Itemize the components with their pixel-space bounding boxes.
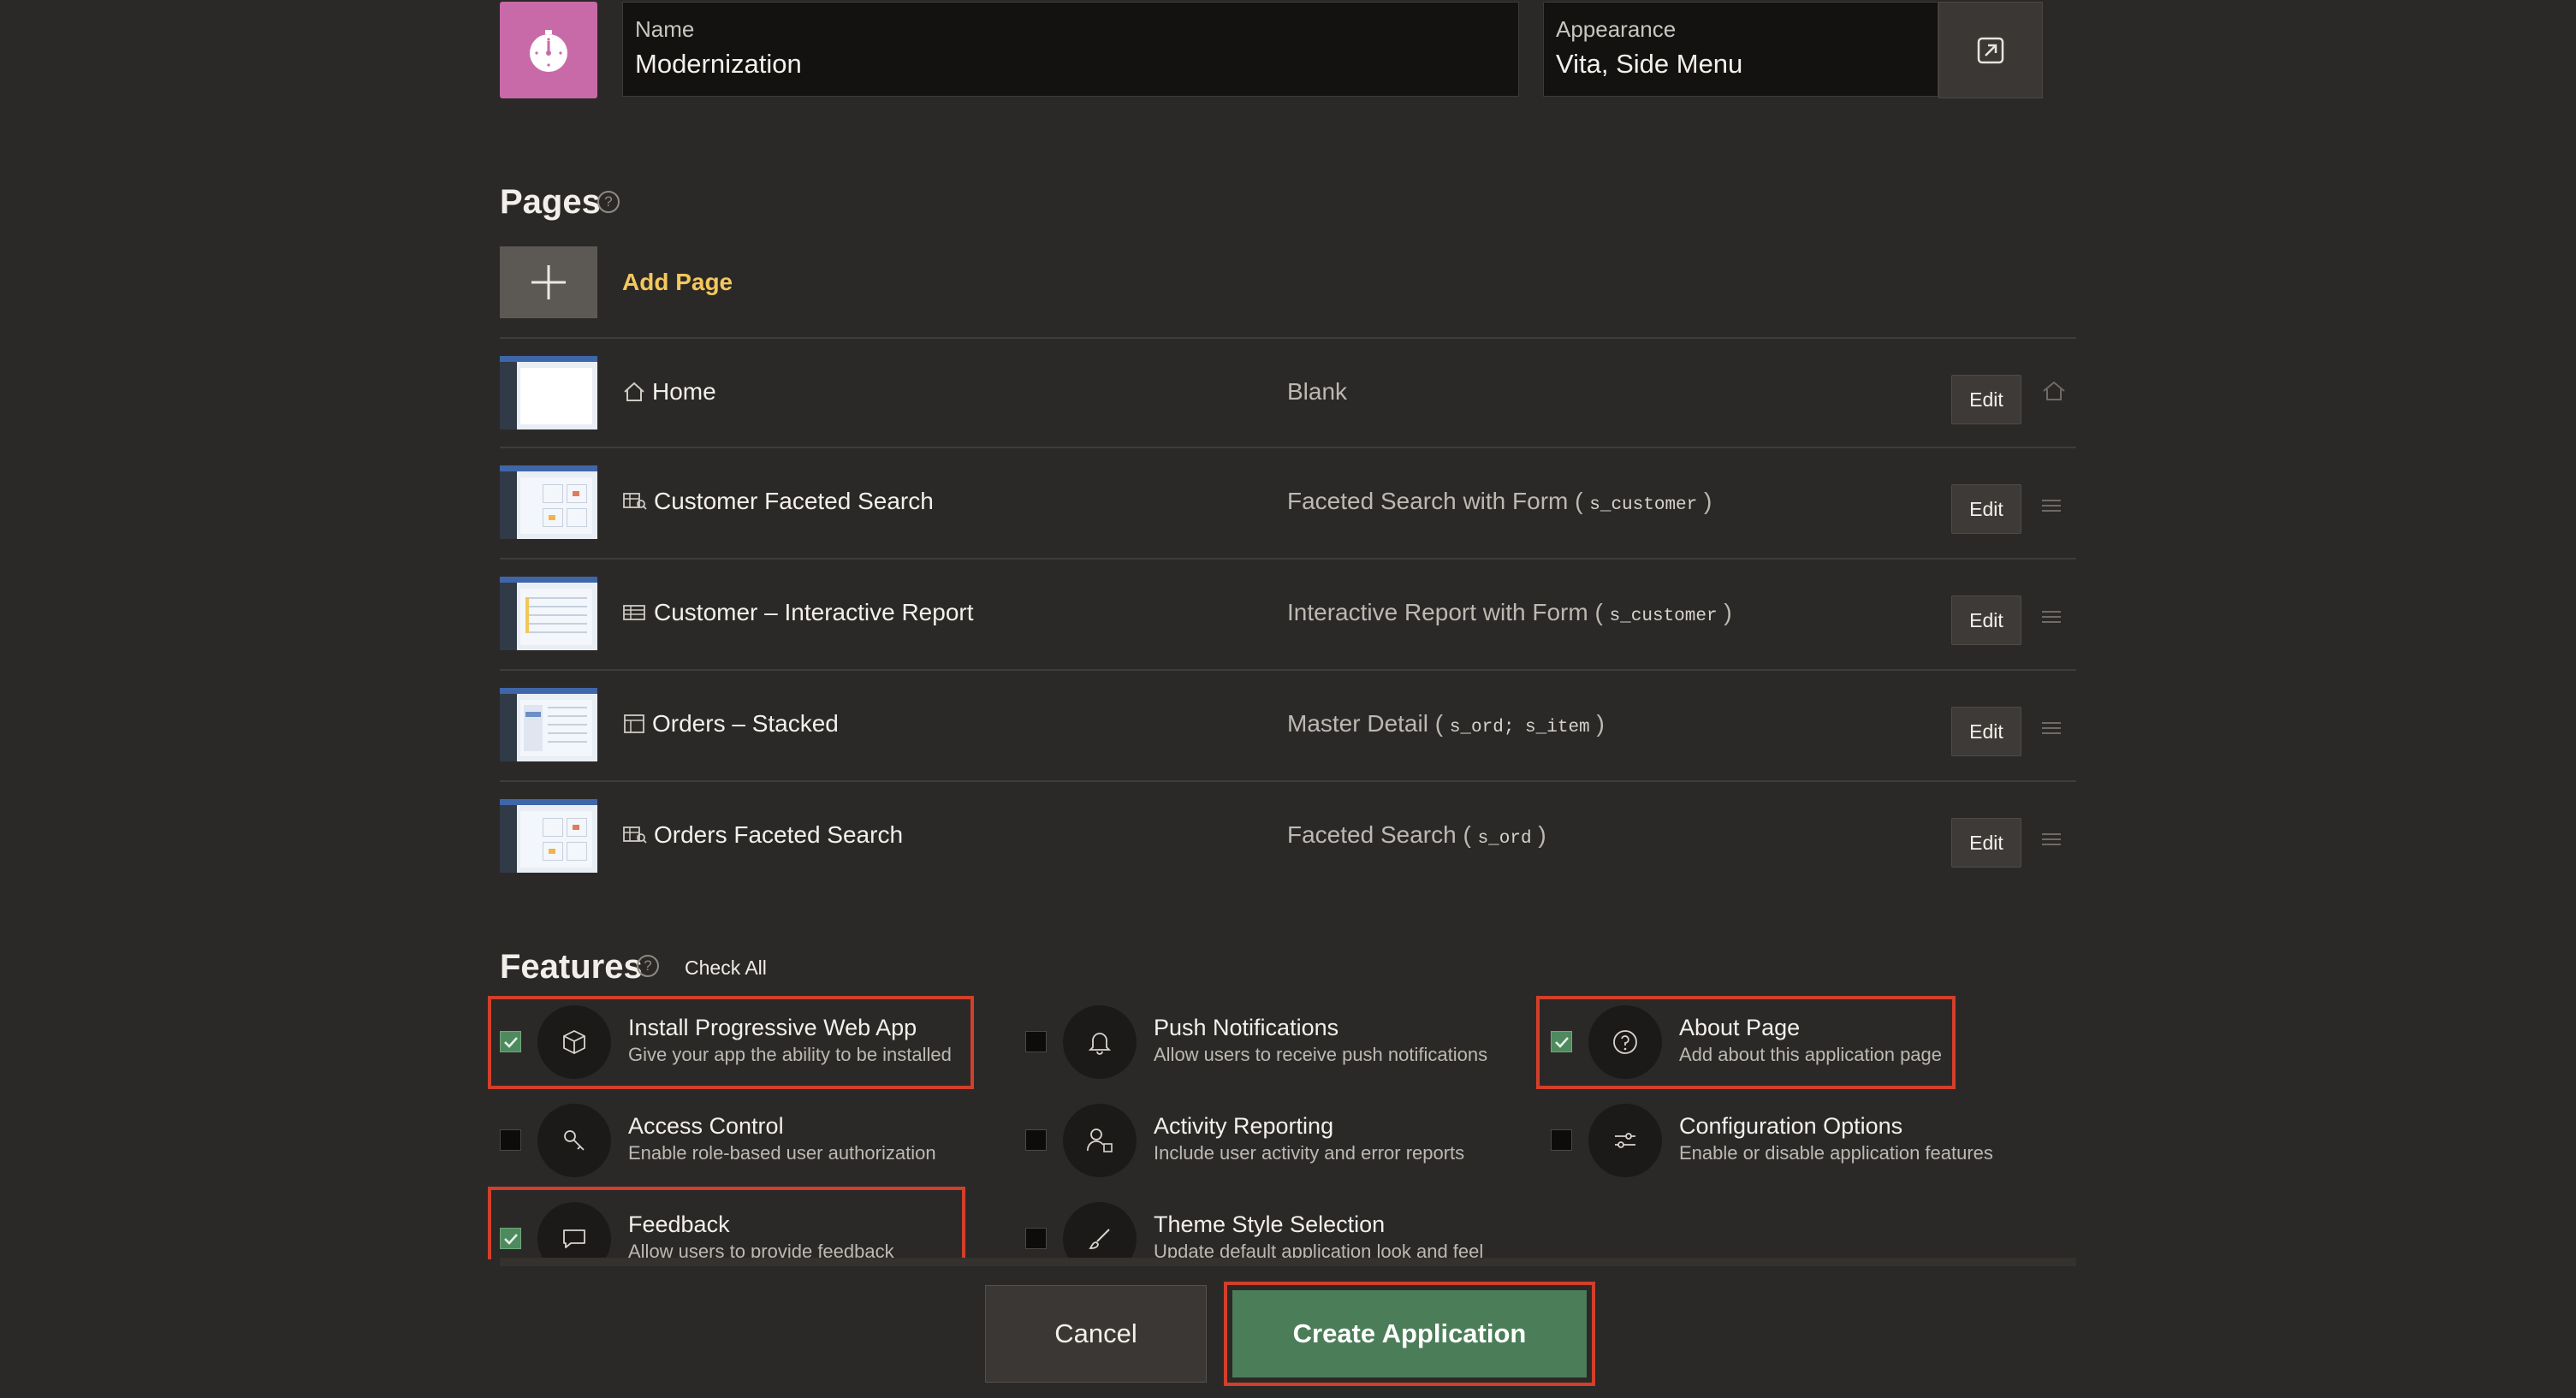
edit-button[interactable]: Edit <box>1951 375 2021 424</box>
faceted-search-icon <box>623 493 647 510</box>
highlight-box <box>1536 996 1956 1089</box>
page-row-title-container: Home <box>623 378 716 406</box>
edit-button[interactable]: Edit <box>1951 595 2021 645</box>
feature-checkbox[interactable] <box>500 1129 521 1151</box>
feature-checkbox[interactable] <box>1551 1129 1572 1151</box>
page-row-title-container: Orders – Stacked <box>623 710 839 738</box>
page-row-orders-faceted-search: Orders Faceted Search Faceted Search ( s… <box>500 782 2076 892</box>
table-code: s_customer <box>1589 495 1698 515</box>
drag-handle-icon[interactable] <box>2042 722 2061 738</box>
feature-description: Enable or disable application features <box>1679 1142 1993 1164</box>
page-title: Customer – Interactive Report <box>654 599 974 625</box>
sliders-icon <box>1615 1133 1635 1148</box>
feature-title: Access Control <box>628 1113 784 1139</box>
feature-access-control[interactable]: Access Control Enable role-based user au… <box>500 1096 979 1182</box>
page-title: Orders – Stacked <box>652 710 839 737</box>
pages-help-icon[interactable]: ? <box>597 191 620 213</box>
add-page-button[interactable] <box>500 246 597 318</box>
page-row-title-container: Customer Faceted Search <box>623 488 934 515</box>
feature-description: Enable role-based user authorization <box>628 1142 936 1164</box>
feature-icon-container <box>1588 1104 1662 1177</box>
page-type: Interactive Report with Form ( s_custome… <box>1287 599 1732 626</box>
table-code: s_ord; s_item <box>1449 718 1590 738</box>
feature-icon-container <box>537 1104 611 1177</box>
highlight-box <box>488 996 974 1089</box>
edit-button[interactable]: Edit <box>1951 818 2021 868</box>
feature-description: Include user activity and error reports <box>1154 1142 1465 1164</box>
user-activity-icon <box>1087 1128 1113 1152</box>
home-page-indicator-icon <box>2043 381 2065 400</box>
drag-handle-icon[interactable] <box>2042 500 2061 515</box>
page-type: Faceted Search with Form ( s_customer ) <box>1287 488 1712 515</box>
feature-configuration-options[interactable]: Configuration Options Enable or disable … <box>1551 1096 2030 1182</box>
appearance-change-button[interactable] <box>1938 2 2043 98</box>
page-thumbnail <box>500 799 597 873</box>
feature-icon-container <box>1063 1005 1137 1079</box>
edit-button[interactable]: Edit <box>1951 484 2021 534</box>
feature-checkbox[interactable] <box>1025 1031 1047 1052</box>
name-label: Name <box>635 16 695 42</box>
appearance-label: Appearance <box>1556 16 1677 42</box>
pages-heading: Pages <box>500 183 601 221</box>
home-icon <box>624 382 644 401</box>
scroll-edge <box>500 1258 2076 1266</box>
feature-title: Theme Style Selection <box>1154 1211 1386 1237</box>
brush-icon <box>1089 1229 1110 1249</box>
feature-activity-reporting[interactable]: Activity Reporting Include user activity… <box>1025 1096 1505 1182</box>
drag-handle-icon[interactable] <box>2042 833 2061 849</box>
feature-checkbox[interactable] <box>1025 1228 1047 1249</box>
page-row-title-container: Orders Faceted Search <box>623 821 903 849</box>
page-title: Orders Faceted Search <box>654 821 904 848</box>
page-title: Customer Faceted Search <box>654 488 934 514</box>
feature-title: Configuration Options <box>1679 1113 1903 1139</box>
page-row-orders-stacked: Orders – Stacked Master Detail ( s_ord; … <box>500 671 2076 780</box>
features-help-icon[interactable]: ? <box>637 955 659 977</box>
appearance-value: Vita, Side Menu <box>1556 49 1743 79</box>
plus-icon <box>531 265 566 299</box>
table-code: s_customer <box>1609 607 1718 626</box>
check-all-link[interactable]: Check All <box>685 957 767 980</box>
page-type: Blank <box>1287 378 1348 405</box>
page-row-title-container: Customer – Interactive Report <box>623 599 974 626</box>
bell-icon <box>1088 1033 1112 1055</box>
feature-icon-container <box>1063 1104 1137 1177</box>
create-application-highlight: Create Application <box>1224 1282 1595 1386</box>
stacked-icon <box>624 714 644 733</box>
page-thumbnail <box>500 577 597 650</box>
page-row-home: Home Blank Edit <box>500 339 2076 448</box>
edit-button[interactable]: Edit <box>1951 707 2021 756</box>
feature-title: Push Notifications <box>1154 1015 1339 1040</box>
create-application-button[interactable]: Create Application <box>1232 1290 1587 1377</box>
app-icon-button[interactable] <box>500 2 597 98</box>
faceted-search-icon <box>623 826 647 844</box>
stopwatch-icon <box>530 29 567 72</box>
name-value[interactable]: Modernization <box>635 49 802 80</box>
feature-push-notifications[interactable]: Push Notifications Allow users to receiv… <box>1025 998 1505 1083</box>
feature-title: Activity Reporting <box>1154 1113 1334 1139</box>
name-field[interactable]: Name Modernization <box>622 2 1519 97</box>
report-icon <box>623 605 645 620</box>
external-open-icon <box>1977 37 2004 63</box>
add-page-link[interactable]: Add Page <box>622 269 733 296</box>
page-type: Faceted Search ( s_ord ) <box>1287 821 1546 849</box>
cancel-button[interactable]: Cancel <box>985 1285 1207 1383</box>
page-row-customer-interactive-report: Customer – Interactive Report Interactiv… <box>500 560 2076 669</box>
page-thumbnail <box>500 465 597 539</box>
page-row-customer-faceted-search: Customer Faceted Search Faceted Search w… <box>500 448 2076 558</box>
feature-description: Allow users to receive push notification… <box>1154 1044 1488 1065</box>
page-title: Home <box>652 378 716 405</box>
key-icon <box>564 1130 585 1151</box>
table-code: s_ord <box>1477 829 1532 849</box>
page-type: Master Detail ( s_ord; s_item ) <box>1287 710 1605 738</box>
page-thumbnail <box>500 356 597 429</box>
appearance-field[interactable]: Appearance Vita, Side Menu <box>1543 2 1938 97</box>
drag-handle-icon[interactable] <box>2042 611 2061 626</box>
features-heading: Features <box>500 948 643 986</box>
page-thumbnail <box>500 688 597 761</box>
feature-checkbox[interactable] <box>1025 1129 1047 1151</box>
